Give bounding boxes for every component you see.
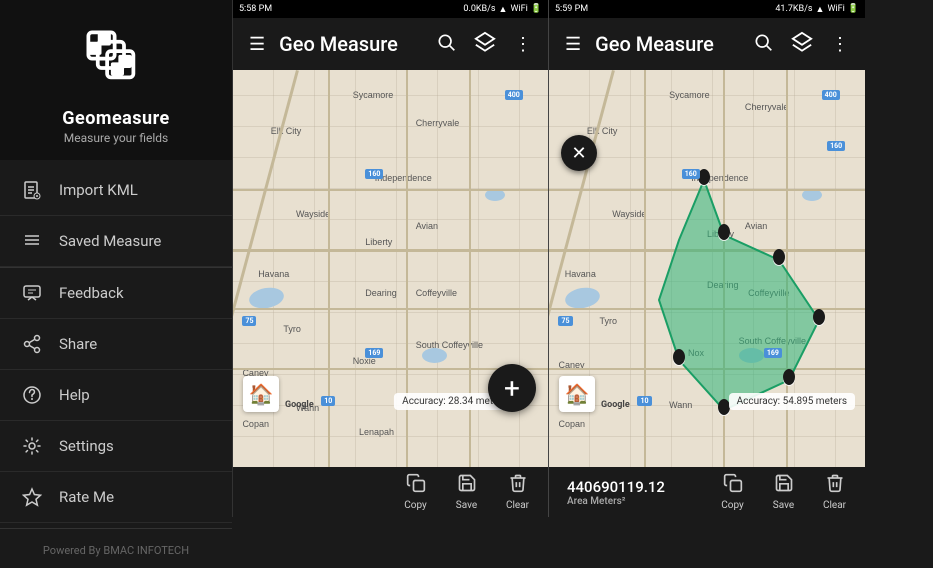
area-display: 440690119.12 Area Meters²	[557, 477, 704, 507]
accuracy-bar-3: Accuracy: 54.895 meters	[729, 393, 855, 410]
saved-measure-label: Saved Measure	[59, 232, 161, 250]
clear-icon-3	[825, 473, 845, 498]
sidebar-item-help[interactable]: Help	[0, 370, 232, 421]
google-logo-2: Google	[285, 400, 314, 410]
map-bg-3: Sycamore Elk City Cherryvale Independenc…	[549, 70, 865, 467]
sidebar-item-rate-me[interactable]: Rate Me	[0, 472, 232, 523]
save-button-2[interactable]: Save	[444, 471, 489, 513]
rate-me-icon	[20, 485, 44, 509]
status-data-2: 0.0KB/s	[463, 4, 495, 14]
share-label: Share	[59, 335, 97, 353]
clear-label-2: Clear	[506, 500, 529, 511]
share-icon	[20, 332, 44, 356]
settings-icon	[20, 434, 44, 458]
sidebar-footer: Powered By BMAC INFOTECH	[0, 528, 232, 568]
clear-button-2[interactable]: Clear	[495, 471, 540, 513]
topbar-3: ☰ Geo Measure ⋮	[549, 18, 865, 70]
phone-panel-2: 5:58 PM 0.0KB/s ▲ WiFi 🔋 ☰ Geo Measure ⋮	[233, 0, 549, 517]
status-bar-2: 5:58 PM 0.0KB/s ▲ WiFi 🔋	[233, 0, 548, 18]
clear-label-3: Clear	[823, 500, 846, 511]
save-label-3: Save	[773, 500, 794, 511]
status-bar-3: 5:59 PM 41.7KB/s ▲ WiFi 🔋	[549, 0, 865, 18]
wifi-icon-2: WiFi	[510, 4, 527, 14]
layers-button-2[interactable]	[470, 27, 500, 62]
sidebar-header: Geomeasure Measure your fields	[0, 0, 232, 160]
bottom-toolbar-3: 440690119.12 Area Meters² Copy Sav	[549, 467, 865, 517]
home-button-3[interactable]: 🏠	[559, 376, 595, 412]
google-logo-3: Google	[601, 400, 630, 410]
copy-icon-2	[406, 473, 426, 498]
bottom-toolbar-2: Copy Save Clear	[233, 467, 548, 517]
fab-button-2[interactable]: +	[488, 364, 536, 412]
footer-text: Powered By BMAC INFOTECH	[43, 544, 189, 557]
battery-icon-3: 🔋	[848, 4, 859, 14]
app-tagline: Measure your fields	[64, 131, 168, 145]
area-value: 440690119.12	[567, 478, 665, 496]
save-icon-2	[457, 473, 477, 498]
phone-panel-3: 5:59 PM 41.7KB/s ▲ WiFi 🔋 ☰ Geo Measure …	[549, 0, 865, 517]
rate-me-label: Rate Me	[59, 488, 114, 506]
topbar-title-2: Geo Measure	[279, 32, 422, 56]
signal-icon-3: ▲	[816, 4, 825, 15]
sidebar-item-saved-measure[interactable]: Saved Measure	[0, 216, 232, 267]
close-button-3[interactable]: ✕	[561, 135, 597, 171]
sidebar-item-settings[interactable]: Settings	[0, 421, 232, 472]
signal-icon-2: ▲	[499, 4, 508, 15]
map-container-3[interactable]: Sycamore Elk City Cherryvale Independenc…	[549, 70, 865, 467]
app-logo	[76, 20, 156, 100]
copy-label-3: Copy	[721, 500, 744, 511]
settings-label: Settings	[59, 437, 114, 455]
feedback-label: Feedback	[59, 284, 124, 302]
save-label-2: Save	[456, 500, 477, 511]
clear-button-3[interactable]: Clear	[812, 471, 857, 513]
import-kml-label: Import KML	[59, 181, 138, 199]
topbar-2: ☰ Geo Measure ⋮	[233, 18, 548, 70]
save-icon-3	[774, 473, 794, 498]
area-unit: Area Meters²	[567, 496, 665, 507]
copy-button-3[interactable]: Copy	[710, 471, 755, 513]
sidebar-item-share[interactable]: Share	[0, 319, 232, 370]
sidebar-panel: Geomeasure Measure your fields Import KM…	[0, 0, 233, 517]
menu-button-2[interactable]: ☰	[245, 30, 269, 59]
copy-label-2: Copy	[404, 500, 427, 511]
sidebar-menu: Import KML Saved Measure	[0, 160, 232, 528]
app-name: Geomeasure	[62, 108, 170, 129]
status-time-3: 5:59 PM	[555, 4, 588, 14]
copy-icon-3	[723, 473, 743, 498]
battery-icon-2: 🔋	[531, 4, 542, 14]
wifi-icon-3: WiFi	[827, 4, 844, 14]
more-button-2[interactable]: ⋮	[510, 30, 536, 59]
map-container-2[interactable]: Sycamore Elk City Cherryvale Independenc…	[233, 70, 548, 467]
topbar-title-3: Geo Measure	[595, 32, 739, 56]
save-button-3[interactable]: Save	[761, 471, 806, 513]
help-label: Help	[59, 386, 90, 404]
sidebar-item-feedback[interactable]: Feedback	[0, 268, 232, 319]
search-button-3[interactable]	[749, 28, 777, 61]
status-time-2: 5:58 PM	[239, 4, 272, 14]
layers-button-3[interactable]	[787, 27, 817, 62]
import-kml-icon	[20, 178, 44, 202]
home-button-2[interactable]: 🏠	[243, 376, 279, 412]
saved-measure-icon	[20, 229, 44, 253]
copy-button-2[interactable]: Copy	[393, 471, 438, 513]
search-button-2[interactable]	[432, 28, 460, 61]
help-icon	[20, 383, 44, 407]
sidebar-item-import-kml[interactable]: Import KML	[0, 165, 232, 216]
status-data-3: 41.7KB/s	[775, 4, 812, 14]
more-button-3[interactable]: ⋮	[827, 30, 853, 59]
menu-button-3[interactable]: ☰	[561, 30, 585, 59]
clear-icon-2	[508, 473, 528, 498]
map-bg-2: Sycamore Elk City Cherryvale Independenc…	[233, 70, 548, 467]
feedback-icon	[20, 281, 44, 305]
